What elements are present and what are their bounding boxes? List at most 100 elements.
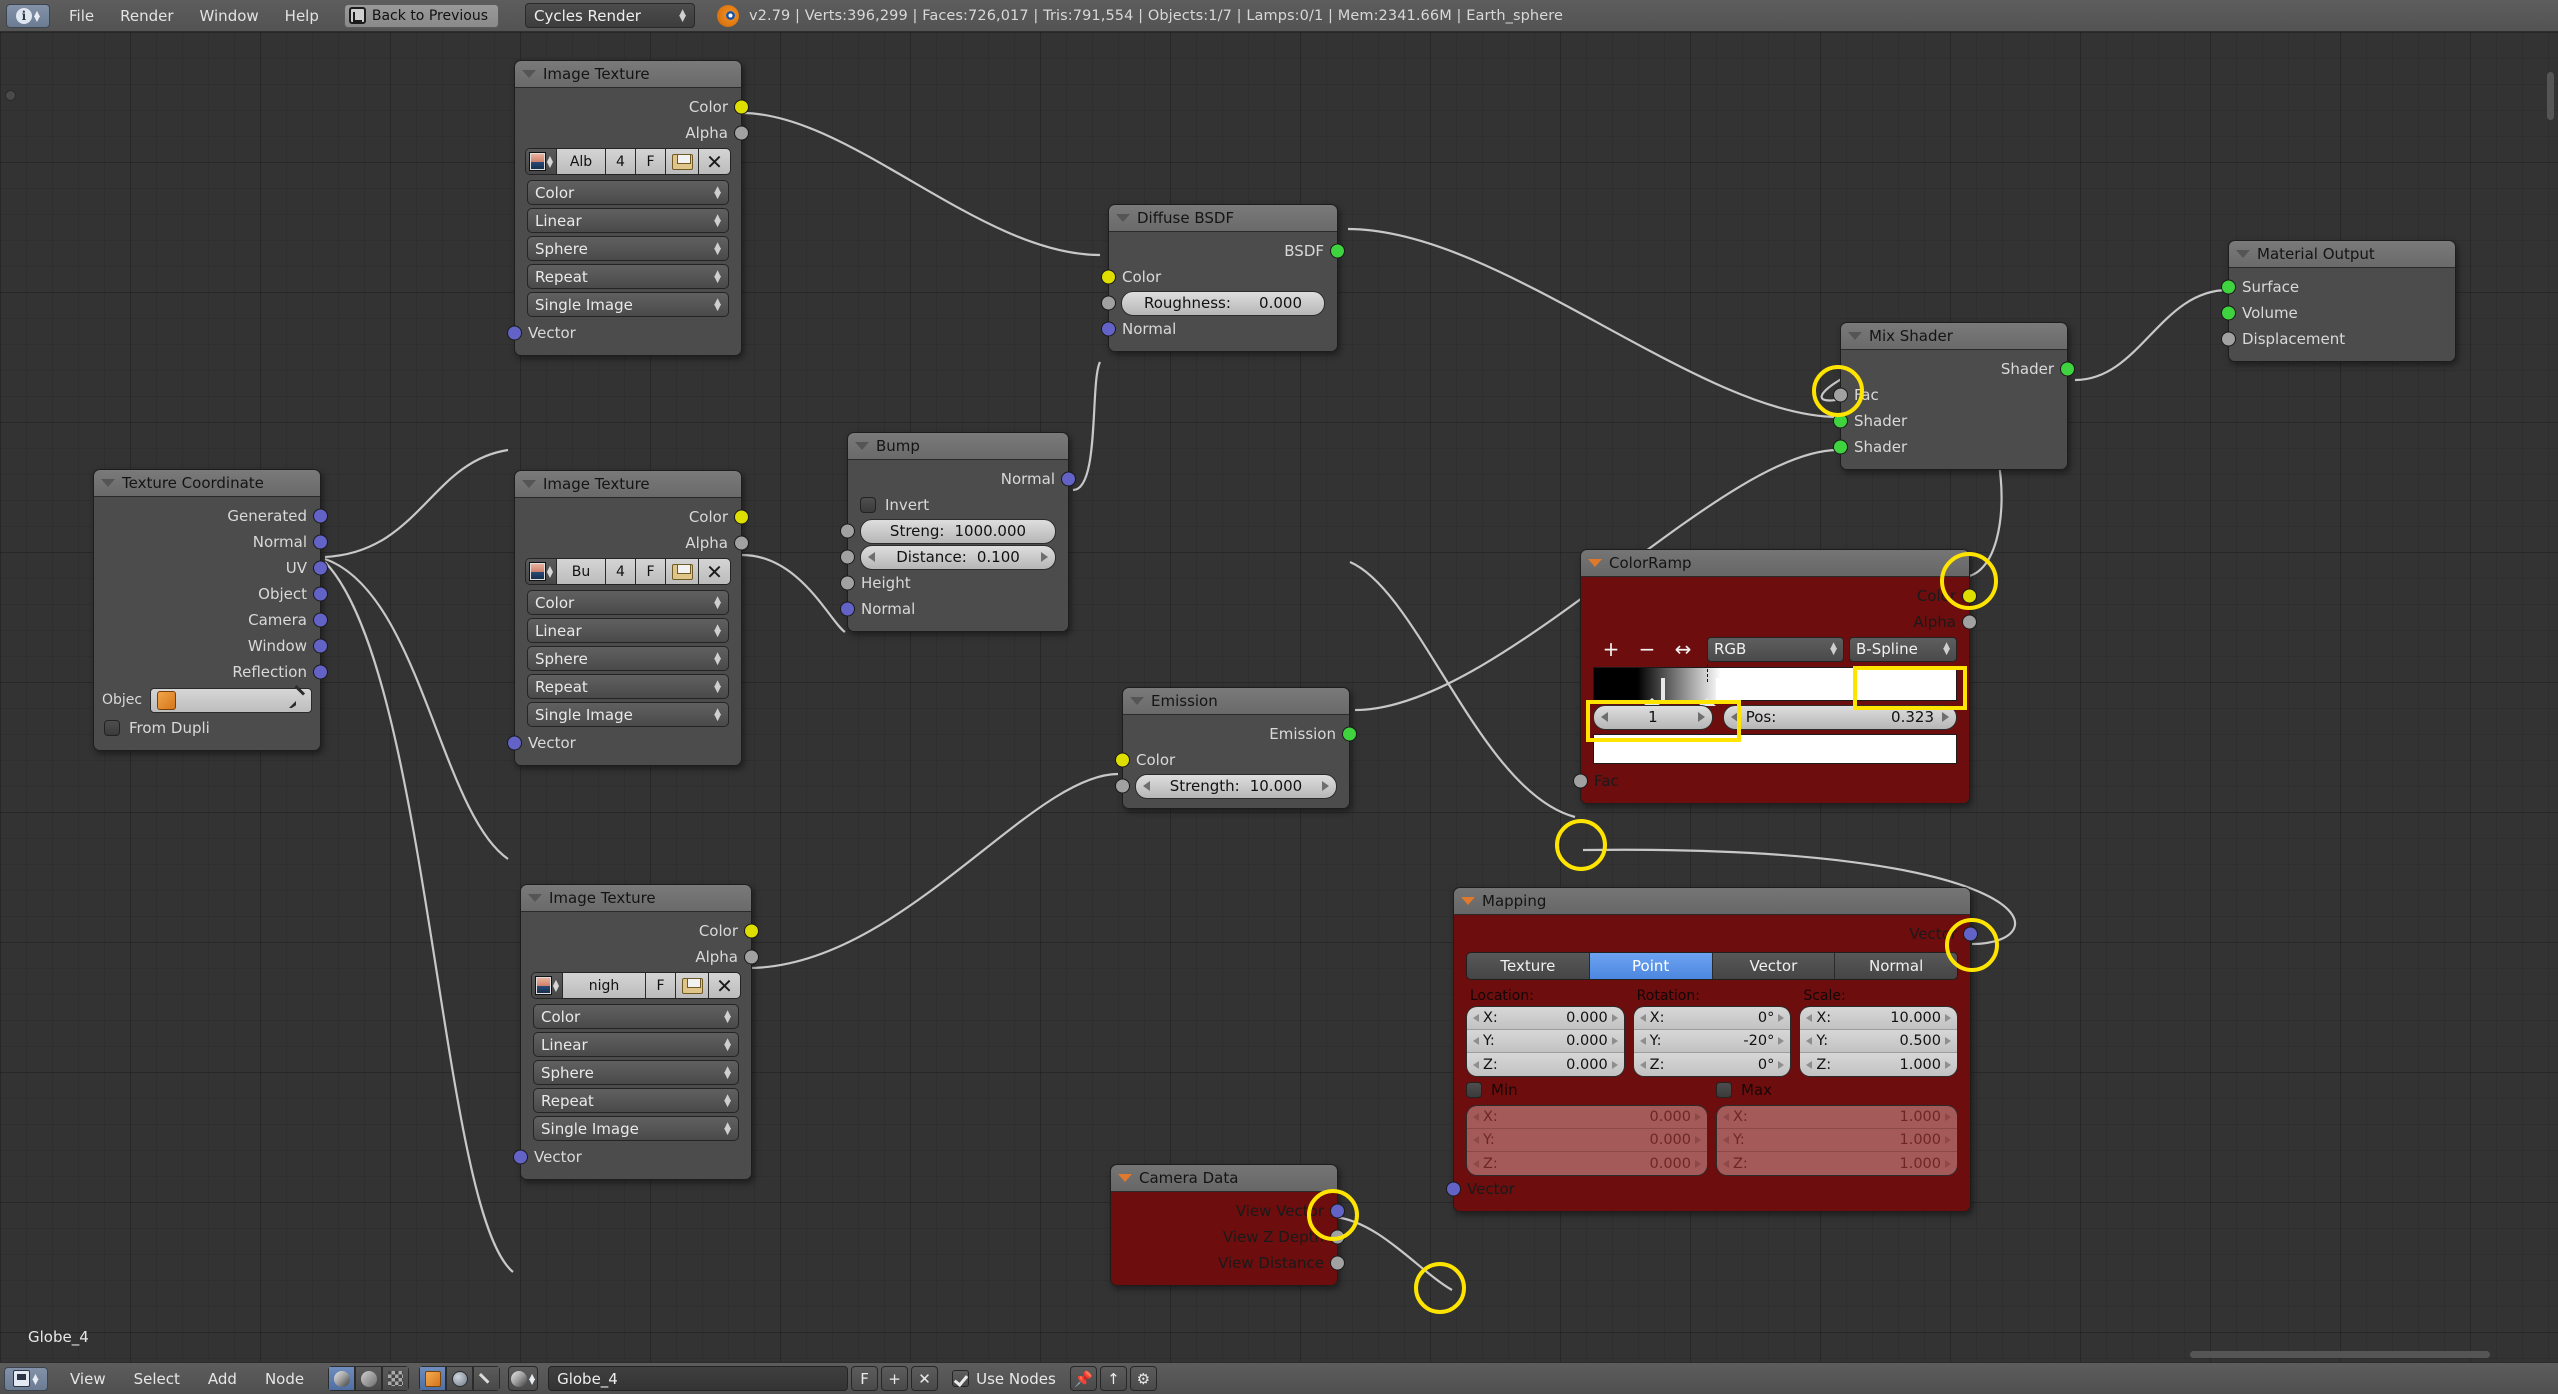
fake-user-button[interactable]: F xyxy=(636,559,666,584)
dropdown-extension[interactable]: Repeat ▲ ▼ xyxy=(533,1088,739,1113)
collapse-triangle-icon[interactable] xyxy=(101,479,115,487)
stop-index-field[interactable]: 1 xyxy=(1593,704,1713,730)
increment-arrow-icon[interactable] xyxy=(1945,1136,1951,1144)
decrement-arrow-icon[interactable] xyxy=(1806,1014,1813,1022)
material-browse-button[interactable]: ▲ ▼ xyxy=(508,1366,539,1391)
max-x-field[interactable]: X: 1.000 xyxy=(1717,1106,1957,1129)
color-mode-dropdown[interactable]: RGB ▲ ▼ xyxy=(1707,636,1844,662)
increment-arrow-icon[interactable] xyxy=(1945,1014,1952,1022)
use-nodes-toggle[interactable]: Use Nodes xyxy=(952,1370,1056,1388)
node-header[interactable]: Emission xyxy=(1123,688,1349,715)
use-nodes-checkbox[interactable] xyxy=(952,1370,970,1387)
socket-fac-input[interactable] xyxy=(1833,387,1848,403)
unlink-image-button[interactable]: ✕ xyxy=(699,149,730,174)
stop-position-field[interactable]: Pos: 0.323 xyxy=(1722,704,1957,730)
socket-strength-input[interactable] xyxy=(840,523,855,539)
node-image-texture-2[interactable]: Image Texture Color Alpha ▲ ▼ Bu 4 F ✕ C… xyxy=(507,470,749,766)
socket-view-vector-output[interactable] xyxy=(1330,1203,1345,1219)
increment-arrow-icon[interactable] xyxy=(1041,552,1048,562)
dropdown-projection[interactable]: Sphere ▲ ▼ xyxy=(533,1060,739,1085)
socket-alpha-output[interactable] xyxy=(744,949,759,965)
decrement-arrow-icon[interactable] xyxy=(1639,1014,1646,1022)
decrement-arrow-icon[interactable] xyxy=(1473,1113,1479,1121)
node-header[interactable]: Bump xyxy=(848,433,1068,460)
eyedropper-icon[interactable] xyxy=(289,692,305,708)
colorramp-gradient-bar[interactable] xyxy=(1593,664,1957,706)
collapse-triangle-icon[interactable] xyxy=(855,442,869,450)
socket-alpha-output[interactable] xyxy=(734,535,749,551)
max-toggle[interactable]: Max xyxy=(1716,1081,1958,1099)
unlink-material-button[interactable]: ✕ xyxy=(911,1366,939,1391)
region-corner-widget[interactable] xyxy=(5,90,16,101)
material-name-field[interactable]: Globe_4 xyxy=(548,1366,849,1391)
open-image-button[interactable] xyxy=(666,149,699,174)
increment-arrow-icon[interactable] xyxy=(1945,1113,1951,1121)
editor-type-selector[interactable]: i ▲ ▼ xyxy=(6,3,50,28)
increment-arrow-icon[interactable] xyxy=(1942,712,1949,722)
increment-arrow-icon[interactable] xyxy=(1778,1037,1785,1045)
dropdown-projection[interactable]: Sphere ▲ ▼ xyxy=(527,236,729,261)
dropdown-source[interactable]: Single Image ▲ ▼ xyxy=(533,1116,739,1141)
socket-vector-input[interactable] xyxy=(507,735,522,751)
image-user-count[interactable]: 4 xyxy=(606,149,636,174)
fake-user-button[interactable]: F xyxy=(851,1366,879,1391)
collapse-triangle-icon[interactable] xyxy=(1118,1174,1132,1182)
node-header[interactable]: Image Texture xyxy=(521,885,751,912)
increment-arrow-icon[interactable] xyxy=(1945,1060,1952,1069)
node-header[interactable]: Mapping xyxy=(1454,888,1970,915)
increment-arrow-icon[interactable] xyxy=(1611,1060,1618,1069)
decrement-arrow-icon[interactable] xyxy=(1473,1014,1479,1022)
roughness-slider[interactable]: Roughness: 0.000 xyxy=(1121,290,1325,316)
socket-emission-output[interactable] xyxy=(1342,726,1357,742)
fake-user-button[interactable]: F xyxy=(646,973,676,998)
world-shading-icon[interactable] xyxy=(355,1366,383,1391)
node-image-texture-1[interactable]: Image Texture Color Alpha ▲▼ Alb 4 F ✕ xyxy=(507,60,749,356)
texture-shading-icon[interactable] xyxy=(382,1366,410,1391)
decrement-arrow-icon[interactable] xyxy=(1473,1037,1479,1045)
object-field[interactable] xyxy=(150,687,312,713)
rotation-z-field[interactable]: Z: 0° xyxy=(1633,1053,1791,1076)
tab-vector[interactable]: Vector xyxy=(1712,953,1836,979)
colorramp-stop-white-selected[interactable] xyxy=(1697,664,1720,706)
collapse-triangle-icon[interactable] xyxy=(2236,250,2250,258)
socket-normal-output[interactable] xyxy=(313,534,328,550)
socket-view-z-depth-output[interactable] xyxy=(1330,1229,1345,1245)
from-dupli-checkbox[interactable] xyxy=(104,720,120,736)
socket-bsdf-output[interactable] xyxy=(1330,243,1345,259)
rotation-y-field[interactable]: Y: -20° xyxy=(1633,1030,1791,1053)
decrement-arrow-icon[interactable] xyxy=(1601,712,1608,722)
socket-normal-input[interactable] xyxy=(840,601,855,617)
open-image-button[interactable] xyxy=(666,559,699,584)
socket-alpha-output[interactable] xyxy=(734,125,749,141)
open-image-button[interactable] xyxy=(676,973,709,998)
flip-ramp-button[interactable]: ↔ xyxy=(1665,638,1701,660)
decrement-arrow-icon[interactable] xyxy=(1806,1037,1813,1045)
socket-vector-input[interactable] xyxy=(513,1149,528,1165)
dropdown-color-space[interactable]: Color ▲ ▼ xyxy=(527,180,729,205)
dropdown-source[interactable]: Single Image ▲ ▼ xyxy=(527,292,729,317)
increment-arrow-icon[interactable] xyxy=(1945,1037,1952,1045)
increment-arrow-icon[interactable] xyxy=(1695,1159,1701,1168)
scale-z-field[interactable]: Z: 1.000 xyxy=(1800,1053,1958,1076)
menu-window[interactable]: Window xyxy=(187,4,272,28)
render-engine-dropdown[interactable]: Cycles Render ▲ ▼ xyxy=(524,3,695,28)
pin-icon[interactable]: 📌 xyxy=(1069,1366,1097,1391)
node-header[interactable]: Camera Data xyxy=(1111,1165,1337,1192)
new-material-button[interactable]: + xyxy=(881,1366,909,1391)
rotation-x-field[interactable]: X: 0° xyxy=(1633,1007,1791,1030)
node-colorramp[interactable]: ColorRamp Color Alpha + − ↔ RGB ▲ ▼ B-Spl… xyxy=(1573,549,1977,804)
dropdown-interpolation[interactable]: Linear ▲ ▼ xyxy=(533,1032,739,1057)
colorramp-stop-black[interactable] xyxy=(1642,678,1665,706)
max-y-field[interactable]: Y: 1.000 xyxy=(1717,1129,1957,1152)
socket-vector-input[interactable] xyxy=(1446,1181,1461,1197)
decrement-arrow-icon[interactable] xyxy=(1473,1159,1479,1168)
node-mapping[interactable]: Mapping Vector Texture Point Vector Norm… xyxy=(1446,887,1978,1212)
socket-uv-output[interactable] xyxy=(313,560,328,576)
collapse-triangle-icon[interactable] xyxy=(522,480,536,488)
world-icon[interactable] xyxy=(446,1366,474,1391)
add-stop-button[interactable]: + xyxy=(1593,638,1629,660)
decrement-arrow-icon[interactable] xyxy=(1473,1136,1479,1144)
socket-color-input[interactable] xyxy=(1115,752,1130,768)
socket-shader1-input[interactable] xyxy=(1833,413,1848,429)
decrement-arrow-icon[interactable] xyxy=(1473,1060,1479,1069)
